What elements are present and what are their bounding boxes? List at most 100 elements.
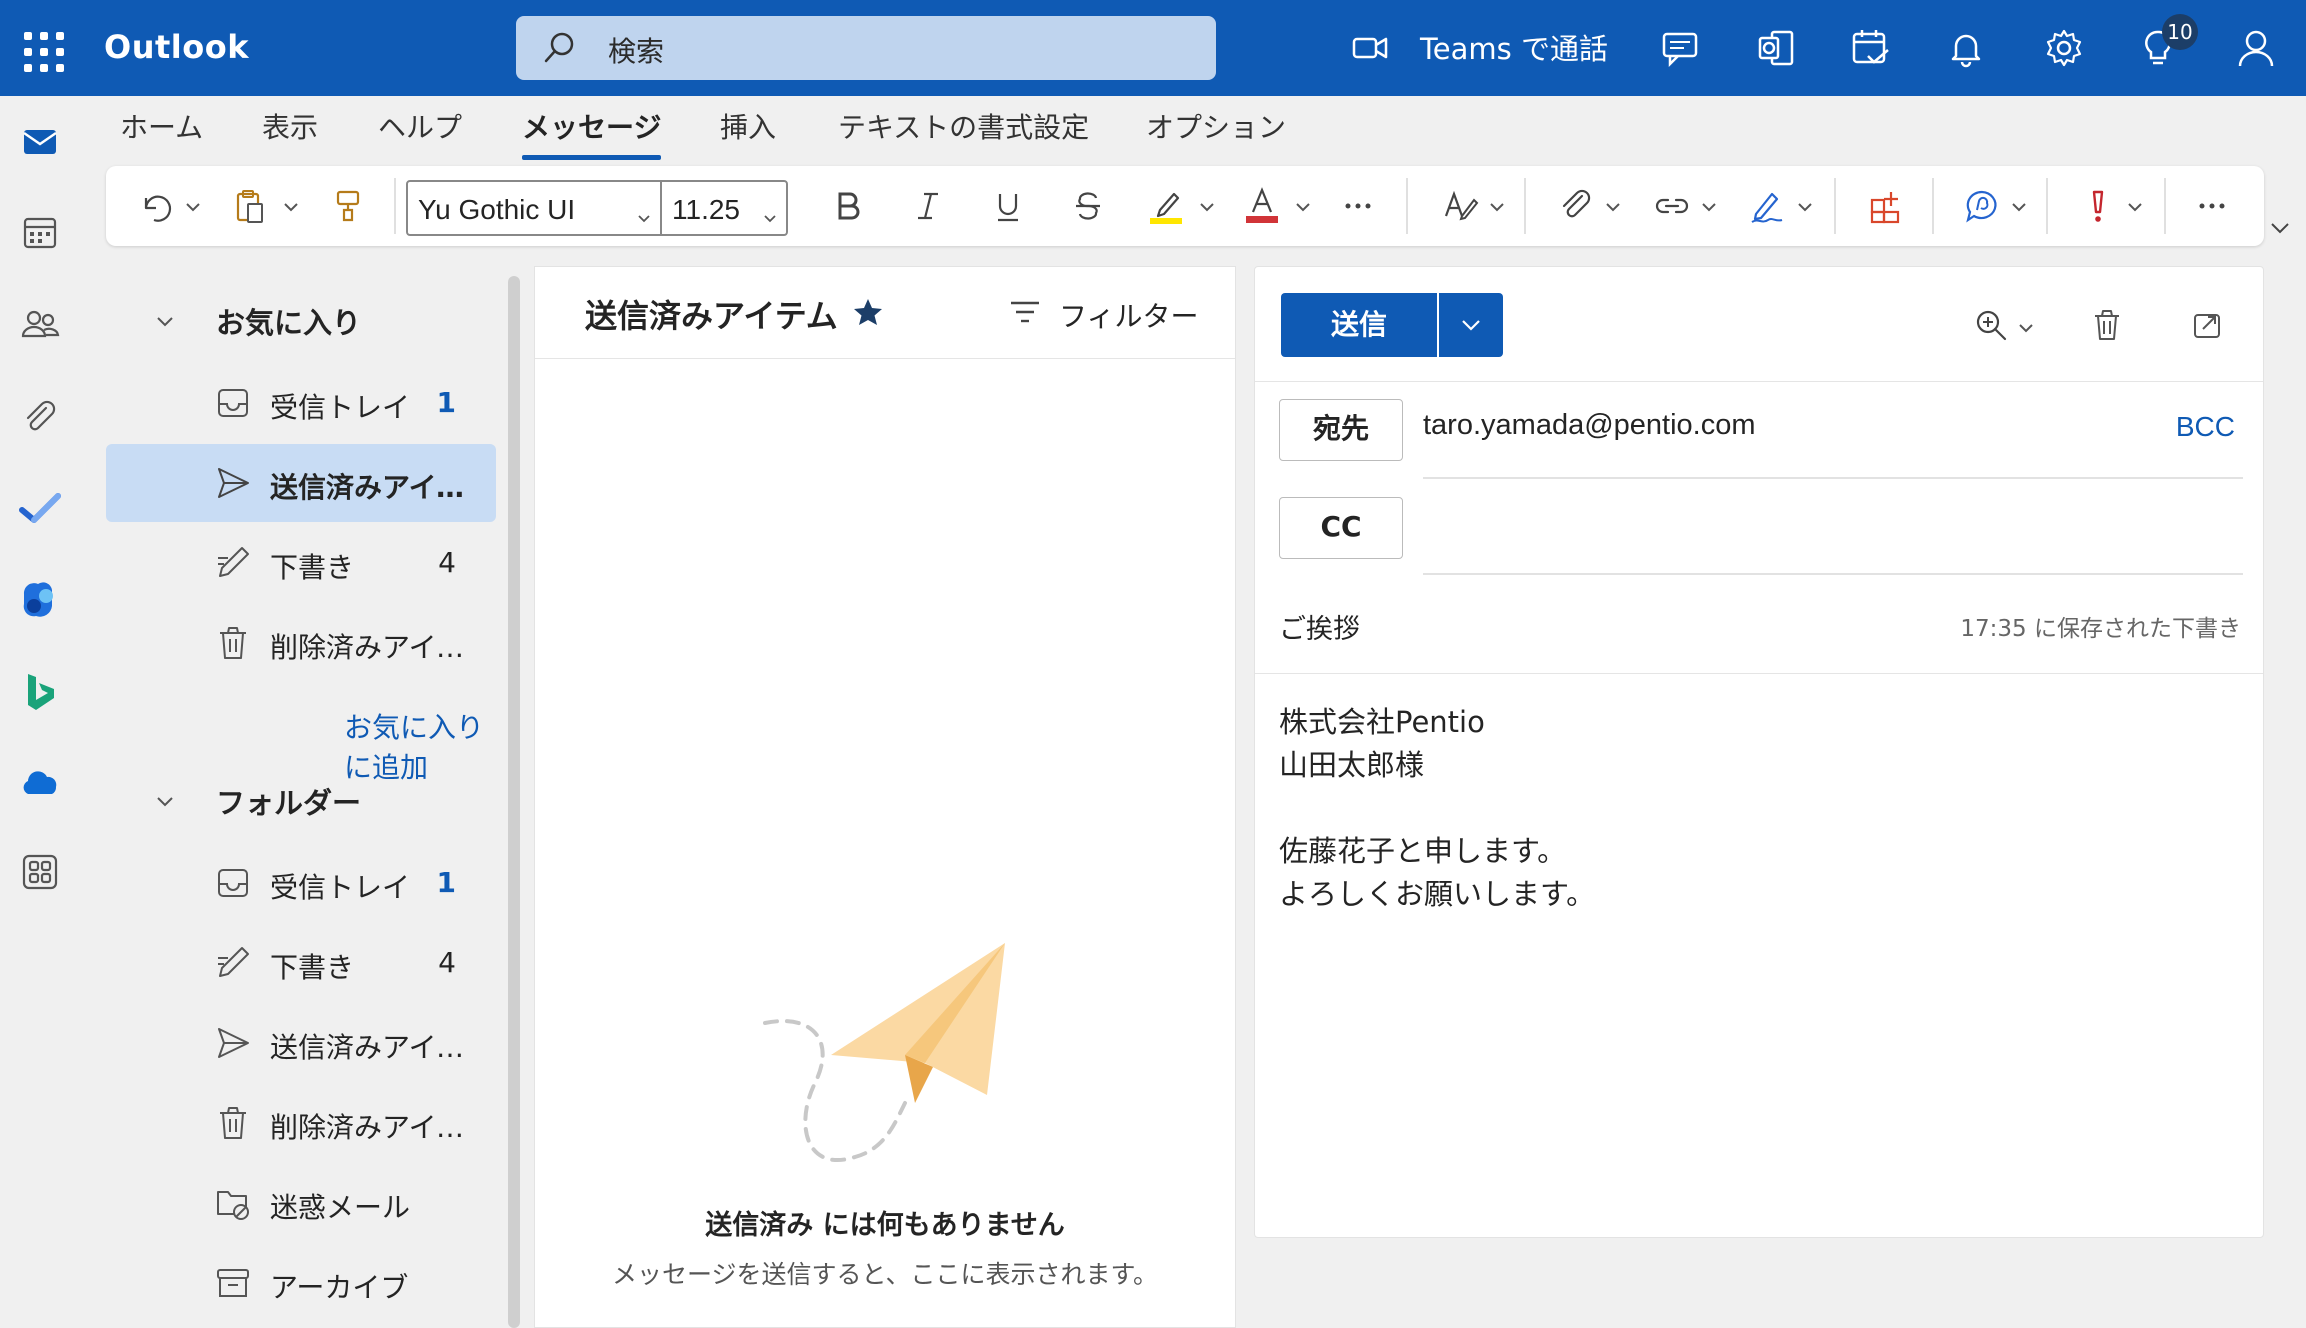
tab-help[interactable]: ヘルプ — [378, 106, 462, 146]
folder-deleted-items[interactable]: 削除済みアイテム — [106, 1084, 496, 1162]
feedback-icon[interactable] — [1658, 26, 1702, 70]
bell-icon[interactable] — [1944, 26, 1988, 70]
favorite-inbox[interactable]: 受信トレイ 1 — [106, 364, 496, 442]
more-options-icon[interactable] — [2192, 186, 2232, 226]
attach-file-icon[interactable] — [1556, 186, 1596, 226]
tab-options[interactable]: オプション — [1146, 106, 1286, 146]
message-list-header: 送信済みアイテム フィルター — [535, 267, 1235, 359]
folder-label: 送信済みアイテム — [270, 471, 470, 504]
send-options-button[interactable] — [1439, 293, 1503, 357]
font-size-select[interactable]: 11.25 — [660, 180, 788, 236]
bcc-button[interactable]: BCC — [2176, 411, 2235, 443]
undo-icon[interactable] — [136, 186, 176, 226]
teams-call-button[interactable]: Teams で通話 — [1420, 26, 1608, 68]
video-call-icon[interactable] — [1348, 26, 1392, 70]
people-icon[interactable] — [18, 302, 62, 346]
draft-count: 4 — [438, 546, 456, 579]
folder-pane-scrollbar[interactable] — [508, 276, 520, 1328]
folder-drafts[interactable]: 下書き 4 — [106, 924, 496, 1002]
tab-message[interactable]: メッセージ — [522, 106, 662, 160]
folder-label: 削除済みアイテム — [270, 631, 470, 664]
filter-icon[interactable] — [1009, 299, 1041, 327]
gear-icon[interactable] — [2042, 26, 2086, 70]
chevron-down-icon[interactable] — [2126, 198, 2144, 216]
onedrive-icon[interactable] — [18, 762, 62, 806]
subject-field[interactable]: ご挨拶 — [1279, 607, 1360, 646]
tab-home[interactable]: ホーム — [120, 106, 203, 146]
italic-icon[interactable] — [908, 186, 948, 226]
more-format-icon[interactable] — [1338, 186, 1378, 226]
chevron-down-icon[interactable] — [1294, 198, 1312, 216]
chevron-down-icon — [154, 790, 176, 812]
chevron-down-icon — [636, 202, 652, 223]
send-button[interactable]: 送信 — [1281, 293, 1437, 357]
cc-field[interactable] — [1423, 573, 2243, 575]
pop-out-icon[interactable] — [2189, 307, 2225, 343]
strikethrough-icon[interactable] — [1068, 186, 1108, 226]
more-apps-icon[interactable] — [18, 850, 62, 894]
chevron-down-icon[interactable] — [1604, 198, 1622, 216]
favorite-sent-items[interactable]: 送信済みアイテム — [106, 444, 496, 522]
ribbon-collapse-chevron-icon[interactable] — [2268, 216, 2292, 240]
font-name-select[interactable]: Yu Gothic UI — [406, 180, 662, 236]
cc-button[interactable]: CC — [1279, 497, 1403, 559]
highlight-icon[interactable] — [1146, 186, 1186, 226]
folder-inbox[interactable]: 受信トレイ 1 — [106, 844, 496, 922]
styles-icon[interactable] — [1440, 186, 1480, 226]
favorites-header[interactable]: お気に入り — [106, 288, 496, 348]
app-rail — [0, 96, 80, 1328]
favorite-deleted-items[interactable]: 削除済みアイテム — [106, 604, 496, 682]
importance-icon[interactable] — [2078, 186, 2118, 226]
folder-label: アーカイブ — [270, 1271, 409, 1304]
folders-header[interactable]: フォルダー — [106, 768, 496, 828]
empty-state-subtitle: メッセージを送信すると、ここに表示されます。 — [611, 1260, 1158, 1289]
microsoft365-icon[interactable] — [18, 578, 62, 622]
folder-sent-items[interactable]: 送信済みアイテム — [106, 1004, 496, 1082]
filter-button[interactable]: フィルター — [1059, 295, 1198, 335]
font-size-value: 11.25 — [672, 194, 740, 225]
search-box[interactable]: 検索 — [516, 16, 1216, 80]
tab-format-text[interactable]: テキストの書式設定 — [838, 106, 1089, 146]
zoom-icon[interactable] — [1973, 307, 2009, 343]
apps-add-icon[interactable] — [1866, 186, 1906, 226]
office-icon[interactable] — [1754, 26, 1798, 70]
folder-archive[interactable]: アーカイブ — [106, 1244, 496, 1322]
todo-icon[interactable] — [18, 486, 62, 530]
my-day-icon[interactable] — [1848, 26, 1892, 70]
immersive-reader-icon[interactable] — [1962, 186, 2002, 226]
bing-icon[interactable] — [18, 670, 62, 714]
chevron-down-icon[interactable] — [1796, 198, 1814, 216]
account-avatar-icon[interactable] — [2234, 26, 2278, 70]
chevron-down-icon[interactable] — [282, 198, 300, 216]
chevron-down-icon[interactable] — [184, 198, 202, 216]
folder-title: 送信済みアイテム — [585, 297, 838, 335]
signature-icon[interactable] — [1746, 186, 1786, 226]
to-button[interactable]: 宛先 — [1279, 399, 1403, 461]
to-recipient[interactable]: taro.yamada@pentio.com — [1423, 409, 1756, 442]
bold-icon[interactable] — [828, 186, 868, 226]
link-icon[interactable] — [1652, 186, 1692, 226]
format-painter-icon[interactable] — [328, 186, 368, 226]
app-title[interactable]: Outlook — [104, 28, 249, 66]
tab-view[interactable]: 表示 — [262, 106, 318, 146]
font-color-icon[interactable] — [1242, 186, 1282, 226]
chevron-down-icon[interactable] — [2017, 319, 2035, 337]
message-body[interactable]: 株式会社Pentio 山田太郎様 佐藤花子と申します。 よろしくお願いします。 — [1279, 701, 1595, 916]
chevron-down-icon[interactable] — [1700, 198, 1718, 216]
chevron-down-icon — [154, 310, 176, 332]
calendar-icon[interactable] — [18, 210, 62, 254]
mail-icon[interactable] — [18, 120, 62, 164]
chevron-down-icon[interactable] — [1198, 198, 1216, 216]
tab-insert[interactable]: 挿入 — [720, 106, 776, 146]
attachment-icon[interactable] — [18, 396, 62, 440]
chevron-down-icon[interactable] — [1488, 198, 1506, 216]
chevron-down-icon[interactable] — [2010, 198, 2028, 216]
discard-trash-icon[interactable] — [2089, 307, 2125, 343]
underline-icon[interactable] — [988, 186, 1028, 226]
folder-junk[interactable]: 迷惑メール — [106, 1164, 496, 1242]
favorite-drafts[interactable]: 下書き 4 — [106, 524, 496, 602]
app-launcher-icon[interactable] — [18, 26, 64, 72]
paste-icon[interactable] — [230, 186, 270, 226]
send-icon — [214, 1024, 252, 1062]
star-icon[interactable] — [851, 295, 885, 329]
